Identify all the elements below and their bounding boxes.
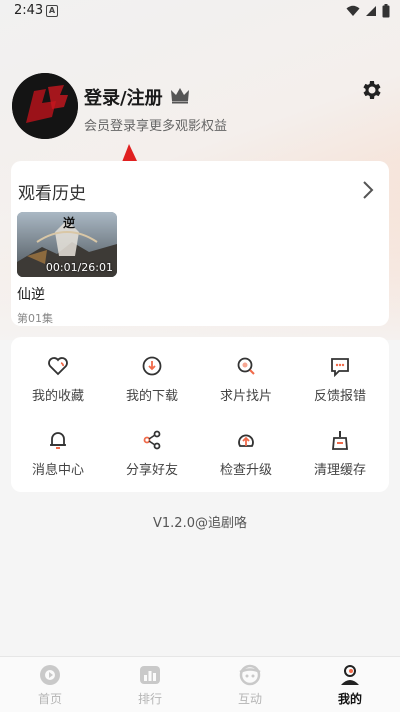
battery-icon: [382, 4, 390, 18]
settings-gear-icon[interactable]: [359, 78, 383, 102]
tab-interact[interactable]: 互动: [200, 663, 300, 707]
signal-icon: [366, 6, 376, 16]
share-label: 分享好友: [125, 463, 178, 478]
tab-ranking-label: 排行: [137, 692, 162, 706]
status-icons: [346, 4, 390, 18]
downloads-label: 我的下载: [125, 389, 178, 404]
feature-grid-card: 我的收藏 我的下载 求片找片 反馈报错 消息中心 分享好友 检查升级 清理缓存: [11, 337, 389, 492]
app-version: V1.2.0@追剧咯: [153, 516, 247, 531]
feedback-label: 反馈报错: [313, 389, 366, 404]
notification-a-icon: A: [46, 5, 58, 17]
chevron-right-icon[interactable]: [361, 179, 375, 201]
tab-home-label: 首页: [37, 692, 62, 706]
playback-progress: 00:01/26:01: [45, 261, 113, 274]
search-film-icon: [237, 357, 255, 375]
check-update-button[interactable]: 检查升级: [199, 429, 293, 478]
favorites-label: 我的收藏: [31, 389, 84, 404]
tab-mine[interactable]: 我的: [300, 663, 400, 707]
interact-icon: [239, 664, 261, 686]
check-update-label: 检查升级: [219, 463, 272, 478]
home-icon: [40, 665, 60, 685]
avatar[interactable]: [12, 73, 78, 139]
history-item-episode: 第01集: [17, 312, 53, 325]
status-bar: 2:43 A: [0, 0, 400, 24]
tab-ranking[interactable]: 排行: [100, 663, 200, 707]
share-icon: [143, 430, 161, 450]
thumbnail-title-glyph: 逆: [63, 216, 76, 230]
status-time: 2:43: [14, 3, 44, 18]
downloads-button[interactable]: 我的下载: [105, 355, 199, 404]
bell-icon: [50, 432, 66, 449]
vip-crown-icon: [171, 88, 189, 104]
ranking-icon: [140, 666, 160, 684]
clean-icon: [332, 431, 348, 450]
request-film-label: 求片找片: [219, 389, 272, 404]
history-item-title: 仙逆: [17, 287, 45, 303]
feedback-icon: [331, 358, 349, 377]
tab-mine-label: 我的: [337, 692, 362, 706]
wifi-icon: [346, 5, 360, 16]
favorites-button[interactable]: 我的收藏: [11, 355, 105, 404]
messages-label: 消息中心: [31, 463, 84, 478]
history-thumbnail[interactable]: 逆 00:01/26:01: [17, 212, 117, 277]
heart-icon: [48, 357, 68, 376]
request-film-button[interactable]: 求片找片: [199, 355, 293, 404]
watch-history-card: 观看历史 逆 00:01/26:01 仙逆 第01集: [11, 161, 389, 326]
profile-icon: [341, 665, 359, 685]
tab-interact-label: 互动: [237, 692, 262, 706]
bottom-navigation: 首页 排行 互动 我的: [0, 656, 400, 712]
feedback-button[interactable]: 反馈报错: [293, 355, 387, 404]
share-button[interactable]: 分享好友: [105, 429, 199, 478]
tab-home[interactable]: 首页: [0, 663, 100, 707]
upgrade-icon: [238, 434, 254, 447]
messages-button[interactable]: 消息中心: [11, 429, 105, 478]
clear-cache-button[interactable]: 清理缓存: [293, 429, 387, 478]
clear-cache-label: 清理缓存: [313, 463, 366, 478]
login-register-link[interactable]: 登录/注册: [84, 84, 163, 110]
history-item[interactable]: 逆 00:01/26:01 仙逆 第01集: [17, 212, 117, 326]
login-subtitle: 会员登录享更多观影权益: [84, 119, 228, 134]
history-title: 观看历史: [18, 184, 86, 204]
avatar-logo-icon: [12, 73, 78, 139]
download-icon: [142, 356, 162, 376]
